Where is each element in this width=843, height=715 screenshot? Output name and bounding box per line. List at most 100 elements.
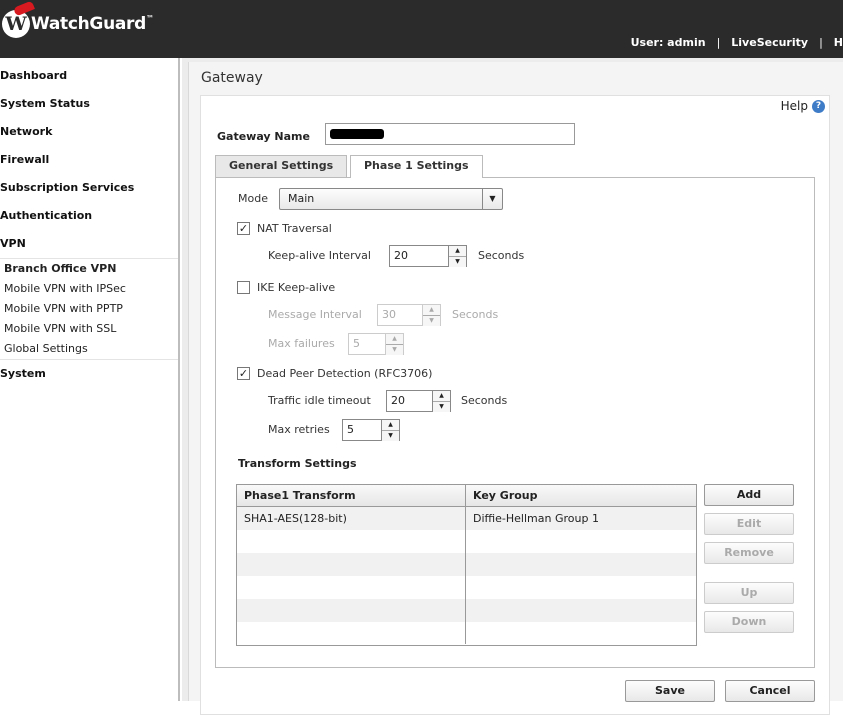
edit-button[interactable]: Edit	[704, 513, 794, 535]
sidebar-item-firewall[interactable]: Firewall	[0, 146, 178, 174]
table-cell: Diffie-Hellman Group 1	[473, 512, 599, 525]
user-label: User: admin	[630, 36, 706, 49]
sidebar-item-network[interactable]: Network	[0, 118, 178, 146]
sidebar-item-vpn[interactable]: VPN	[0, 230, 178, 258]
max-retries-spinner[interactable]: 5 ▲ ▼	[342, 419, 400, 441]
logo-text: WatchGuard™	[31, 14, 154, 34]
spin-down-icon[interactable]: ▼	[433, 402, 450, 412]
table-cell	[466, 553, 473, 576]
nat-traversal-label: NAT Traversal	[257, 222, 332, 235]
transform-settings-heading: Transform Settings	[238, 457, 357, 470]
transform-table: Phase1 Transform Key Group SHA1-AES(128-…	[236, 484, 697, 646]
chevron-down-icon: ▼	[482, 189, 502, 209]
table-row[interactable]: SHA1-AES(128-bit) Diffie-Hellman Group 1	[237, 507, 696, 530]
sidebar-item-subscription-services[interactable]: Subscription Services	[0, 174, 178, 202]
table-cell	[466, 622, 473, 644]
table-cell	[237, 622, 466, 644]
spin-down-icon[interactable]: ▼	[382, 431, 399, 441]
add-button[interactable]: Add	[704, 484, 794, 506]
help-top-link[interactable]: H	[823, 36, 843, 49]
gateway-name-label: Gateway Name	[217, 130, 310, 143]
table-row	[237, 553, 696, 576]
table-cell	[237, 530, 466, 553]
sidebar-subitem-mobile-vpn-ipsec[interactable]: Mobile VPN with IPSec	[0, 279, 178, 299]
help-label: Help	[780, 99, 808, 113]
traffic-idle-timeout-value: 20	[386, 390, 433, 412]
table-cell	[466, 576, 473, 599]
save-button[interactable]: Save	[625, 680, 715, 702]
down-button[interactable]: Down	[704, 611, 794, 633]
spinner-arrows: ▲ ▼	[433, 390, 451, 412]
message-interval-label: Message Interval	[268, 308, 362, 321]
table-cell	[466, 599, 473, 622]
spin-up-icon[interactable]: ▲	[382, 420, 399, 431]
tab-general-settings[interactable]: General Settings	[215, 155, 348, 177]
help-link[interactable]: Help ?	[781, 99, 825, 113]
traffic-idle-timeout-spinner[interactable]: 20 ▲ ▼	[386, 390, 451, 412]
table-row	[237, 576, 696, 599]
top-header: W WatchGuard™ User: admin | LiveSecurity…	[0, 0, 843, 58]
table-cell	[237, 553, 466, 576]
sidebar-item-system[interactable]: System	[0, 360, 178, 388]
dpd-label: Dead Peer Detection (RFC3706)	[257, 367, 433, 380]
cancel-button[interactable]: Cancel	[725, 680, 815, 702]
sidebar-subitem-global-settings[interactable]: Global Settings	[0, 339, 178, 359]
max-failures-spinner[interactable]: 5 ▲ ▼	[348, 333, 404, 355]
message-interval-spinner[interactable]: 30 ▲ ▼	[377, 304, 441, 326]
sidebar-item-dashboard[interactable]: Dashboard	[0, 62, 178, 90]
redacted-mark	[330, 129, 384, 139]
spinner-arrows: ▲ ▼	[386, 333, 404, 355]
max-failures-label: Max failures	[268, 337, 335, 350]
table-cell	[237, 576, 466, 599]
keepalive-interval-value: 20	[389, 245, 449, 267]
sidebar-subitem-mobile-vpn-ssl[interactable]: Mobile VPN with SSL	[0, 319, 178, 339]
spinner-arrows: ▲ ▼	[449, 245, 467, 267]
main-inner: Gateway Help ? Gateway Name General Sett…	[188, 62, 843, 715]
tab-phase1-settings[interactable]: Phase 1 Settings	[350, 155, 483, 178]
column-header-phase1-transform[interactable]: Phase1 Transform	[237, 485, 466, 506]
mode-label: Mode	[238, 192, 268, 205]
table-row	[237, 599, 696, 622]
help-icon: ?	[812, 99, 825, 113]
sidebar-item-system-status[interactable]: System Status	[0, 90, 178, 118]
seconds-label: Seconds	[478, 249, 525, 262]
phase1-settings-panel: Mode Main ▼ ✓ NAT Traversal Keep-alive I…	[215, 177, 815, 668]
vpn-submenu: Branch Office VPN Mobile VPN with IPSec …	[0, 258, 178, 360]
spin-down-icon: ▼	[386, 345, 403, 355]
column-header-key-group[interactable]: Key Group	[466, 485, 538, 506]
livesecurity-link[interactable]: LiveSecurity	[720, 36, 819, 49]
mode-value: Main	[288, 192, 315, 205]
table-row	[237, 530, 696, 553]
keepalive-interval-label: Keep-alive Interval	[268, 249, 371, 262]
nat-traversal-checkbox[interactable]: ✓	[237, 222, 250, 235]
table-cell	[466, 530, 473, 553]
sidebar-subitem-mobile-vpn-pptp[interactable]: Mobile VPN with PPTP	[0, 299, 178, 319]
dpd-checkbox[interactable]: ✓	[237, 367, 250, 380]
table-header: Phase1 Transform Key Group	[237, 485, 696, 507]
message-interval-value: 30	[377, 304, 423, 326]
watchguard-logo[interactable]: W WatchGuard™	[2, 0, 154, 40]
spin-up-icon[interactable]: ▲	[433, 391, 450, 402]
keepalive-interval-spinner[interactable]: 20 ▲ ▼	[389, 245, 467, 267]
sidebar: Dashboard System Status Network Firewall…	[0, 58, 180, 701]
remove-button[interactable]: Remove	[704, 542, 794, 564]
max-retries-label: Max retries	[268, 423, 330, 436]
up-button[interactable]: Up	[704, 582, 794, 604]
spin-up-icon[interactable]: ▲	[449, 246, 466, 257]
mode-select[interactable]: Main ▼	[279, 188, 503, 210]
spin-down-icon: ▼	[423, 316, 440, 326]
gateway-panel: Help ? Gateway Name General Settings Pha…	[200, 95, 830, 715]
table-body: SHA1-AES(128-bit) Diffie-Hellman Group 1	[237, 507, 696, 644]
spinner-arrows: ▲ ▼	[382, 419, 400, 441]
sidebar-item-authentication[interactable]: Authentication	[0, 202, 178, 230]
table-cell: SHA1-AES(128-bit)	[237, 507, 466, 530]
ike-keepalive-label: IKE Keep-alive	[257, 281, 336, 294]
ike-keepalive-checkbox[interactable]	[237, 281, 250, 294]
spin-down-icon[interactable]: ▼	[449, 257, 466, 267]
seconds-label: Seconds	[452, 308, 499, 321]
logo-mark-icon: W	[2, 0, 35, 38]
table-cell	[237, 599, 466, 622]
top-nav: User: admin | LiveSecurity | H	[620, 36, 843, 49]
gateway-name-input[interactable]	[325, 123, 575, 145]
sidebar-subitem-branch-office-vpn[interactable]: Branch Office VPN	[0, 259, 178, 279]
